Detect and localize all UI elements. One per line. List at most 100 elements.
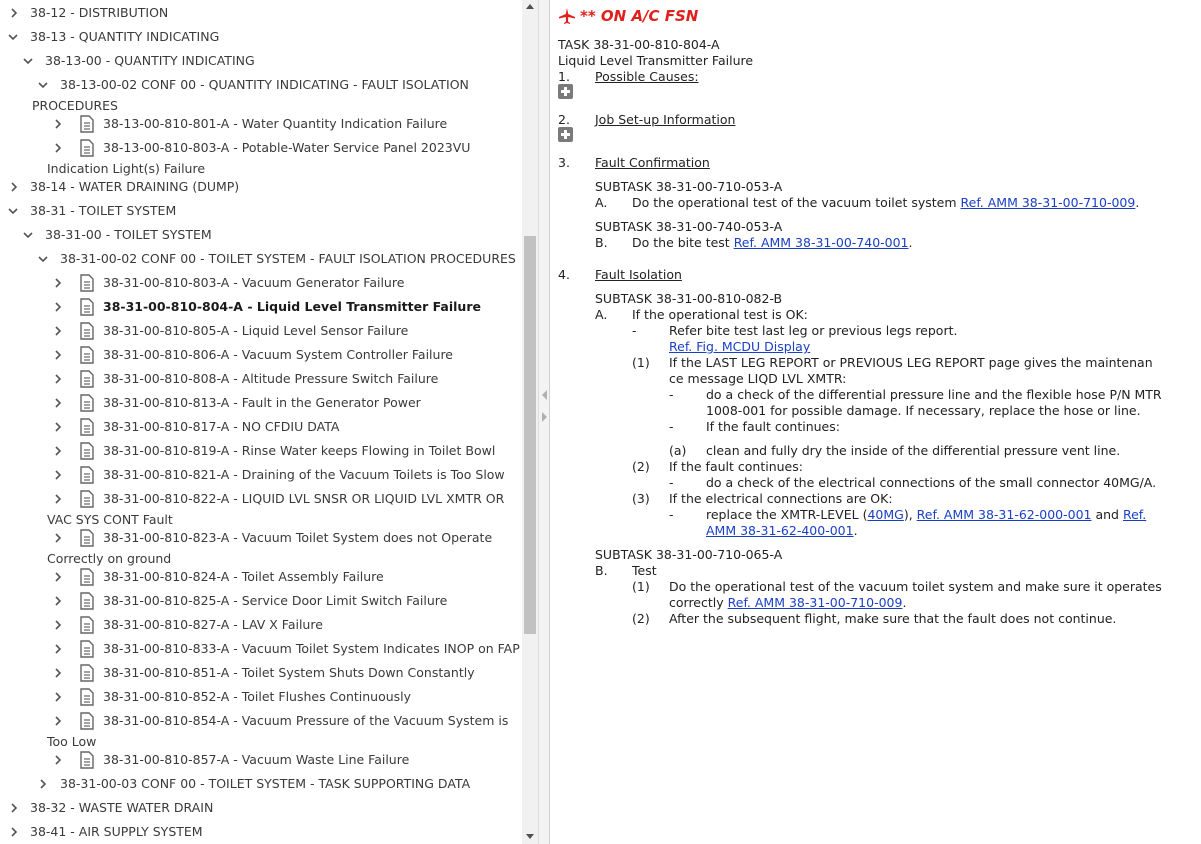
ref-link[interactable]: Ref. [1123,507,1146,522]
ref-link[interactable]: Ref. AMM 38-31-00-710-009 [961,195,1136,210]
chevron-right-icon[interactable] [53,644,63,654]
fsn-applicability: ** ON A/C FSN [580,7,699,25]
ref-link[interactable]: Ref. AMM 38-31-00-740-001 [734,235,909,250]
tree-node-label[interactable]: 38-31-00-810-825-A - Service Door Limit … [103,593,447,609]
document-icon [80,640,94,658]
chevron-right-icon[interactable] [9,803,19,813]
tree-node-label[interactable]: 38-31-00-810-805-A - Liquid Level Sensor… [103,323,408,339]
chevron-right-icon[interactable] [38,779,48,789]
ref-link[interactable]: 40MG [867,507,903,522]
chevron-down-icon[interactable] [8,206,18,216]
chevron-down-icon[interactable] [38,80,48,90]
tree-node-label[interactable]: 38-32 - WASTE WATER DRAIN [30,800,213,816]
tree-node-label[interactable]: 38-31-00-810-827-A - LAV X Failure [103,617,323,633]
ref-link[interactable]: AMM 38-31-62-400-001 [706,523,854,538]
chevron-right-icon[interactable] [53,326,63,336]
tree-node-label[interactable]: 38-31-00-810-808-A - Altitude Pressure S… [103,371,438,387]
tree-node-label[interactable]: 38-31-00-03 CONF 00 - TOILET SYSTEM - TA… [60,776,470,792]
tree-node-label[interactable]: 38-14 - WATER DRAINING (DUMP) [30,179,239,195]
tree-node-label[interactable]: 38-31-00-02 CONF 00 - TOILET SYSTEM - FA… [60,251,516,267]
tree-node-label[interactable]: 38-31-00-810-823-A - Vacuum Toilet Syste… [103,530,492,546]
plus-box-icon[interactable] [558,84,573,99]
chevron-right-icon[interactable] [53,350,63,360]
tree-node-label-wrap[interactable]: Too Low [47,734,96,750]
tree-node-label[interactable]: 38-13-00-810-803-A - Potable-Water Servi… [103,140,470,156]
tree-node-label-selected[interactable]: 38-31-00-810-804-A - Liquid Level Transm… [103,299,481,315]
tree-node-label[interactable]: 38-31-00-810-817-A - NO CFDIU DATA [103,419,339,435]
chevron-right-icon[interactable] [53,422,63,432]
chevron-right-icon[interactable] [53,533,63,543]
step-number: (a) [669,443,687,458]
tree-node-label[interactable]: 38-31-00-810-852-A - Toilet Flushes Cont… [103,689,411,705]
document-icon [80,688,94,706]
tree-node-label-wrap[interactable]: VAC SYS CONT Fault [47,512,173,528]
ref-fig-link[interactable]: Ref. Fig. MCDU Display [669,339,810,355]
tree-node-label-wrap[interactable]: Indication Light(s) Failure [47,161,205,177]
chevron-right-icon[interactable] [53,692,63,702]
tree-node-label[interactable]: 38-31-00-810-822-A - LIQUID LVL SNSR OR … [103,491,504,507]
step-letter: B. [595,563,608,578]
tree-node-label-wrap[interactable]: Correctly on ground [47,551,171,567]
pane-splitter[interactable] [538,0,550,844]
section-job-setup[interactable]: Job Set-up Information [595,112,735,128]
tree-node-label[interactable]: 38-31-00-810-821-A - Draining of the Vac… [103,467,505,483]
chevron-right-icon[interactable] [53,446,63,456]
chevron-right-icon[interactable] [53,596,63,606]
step-text: replace the XMTR-LEVEL (40MG), Ref. AMM … [706,507,1147,522]
step-text: correctly Ref. AMM 38-31-00-710-009. [669,595,907,610]
collapse-left-icon[interactable] [542,390,547,400]
tree-node-label[interactable]: 38-31-00-810-819-A - Rinse Water keeps F… [103,443,495,459]
expand-right-icon[interactable] [542,412,547,422]
tree-node-label[interactable]: 38-31-00-810-851-A - Toilet System Shuts… [103,665,475,681]
tree-node-label[interactable]: 38-13-00-810-801-A - Water Quantity Indi… [103,116,447,132]
chevron-right-icon[interactable] [53,620,63,630]
tree-node-label[interactable]: 38-31-00-810-854-A - Vacuum Pressure of … [103,713,508,729]
tree-node-label[interactable]: 38-31-00-810-813-A - Fault in the Genera… [103,395,421,411]
scroll-down-icon[interactable] [526,834,534,839]
scroll-up-icon[interactable] [526,4,534,9]
chevron-right-icon[interactable] [53,119,63,129]
tree-node-label[interactable]: 38-31-00-810-806-A - Vacuum System Contr… [103,347,453,363]
tree-node-label[interactable]: 38-13-00-02 CONF 00 - QUANTITY INDICATIN… [60,77,469,93]
tree-node-label[interactable]: 38-31-00-810-824-A - Toilet Assembly Fai… [103,569,384,585]
tree-node-label[interactable]: 38-31-00 - TOILET SYSTEM [45,227,212,243]
tree-scrollbar[interactable] [522,0,538,844]
chevron-right-icon[interactable] [9,8,19,18]
chevron-right-icon[interactable] [53,470,63,480]
chevron-right-icon[interactable] [53,143,63,153]
chevron-right-icon[interactable] [9,182,19,192]
chevron-right-icon[interactable] [53,494,63,504]
tree-node-label[interactable]: 38-12 - DISTRIBUTION [30,5,168,21]
plus-box-icon[interactable] [558,127,573,142]
tree-node-label[interactable]: 38-13 - QUANTITY INDICATING [30,29,219,45]
tree-node-label[interactable]: 38-13-00 - QUANTITY INDICATING [45,53,255,69]
step-text: If the LAST LEG REPORT or PREVIOUS LEG R… [669,355,1153,370]
section-possible-causes[interactable]: Possible Causes: [595,69,699,85]
chevron-down-icon[interactable] [8,32,18,42]
chevron-right-icon[interactable] [53,716,63,726]
step-text: ce message LIQD LVL XMTR: [669,371,847,386]
chevron-right-icon[interactable] [53,374,63,384]
chevron-right-icon[interactable] [53,668,63,678]
tree-node-label[interactable]: 38-31-00-810-833-A - Vacuum Toilet Syste… [103,641,520,657]
tree-node-label[interactable]: 38-31 - TOILET SYSTEM [30,203,176,219]
chevron-right-icon[interactable] [53,278,63,288]
ref-link[interactable]: Ref. AMM 38-31-62-000-001 [917,507,1092,522]
chevron-right-icon[interactable] [9,827,19,837]
chevron-right-icon[interactable] [53,398,63,408]
subtask-id: SUBTASK 38-31-00-710-053-A [595,179,783,194]
tree-node-label[interactable]: 38-31-00-810-857-A - Vacuum Waste Line F… [103,752,409,768]
scrollbar-thumb[interactable] [524,236,536,634]
step-number: (1) [632,355,650,370]
tree-node-label[interactable]: 38-31-00-810-803-A - Vacuum Generator Fa… [103,275,404,291]
chevron-down-icon[interactable] [38,254,48,264]
chevron-down-icon[interactable] [23,56,33,66]
tree-node-label-wrap[interactable]: PROCEDURES [32,98,118,114]
tree-node-label[interactable]: 38-41 - AIR SUPPLY SYSTEM [30,824,203,840]
chevron-right-icon[interactable] [53,572,63,582]
ref-link[interactable]: Ref. AMM 38-31-00-710-009 [728,595,903,610]
step-text: clean and fully dry the inside of the di… [706,443,1121,458]
chevron-right-icon[interactable] [53,302,63,312]
chevron-right-icon[interactable] [53,755,63,765]
chevron-down-icon[interactable] [23,230,33,240]
